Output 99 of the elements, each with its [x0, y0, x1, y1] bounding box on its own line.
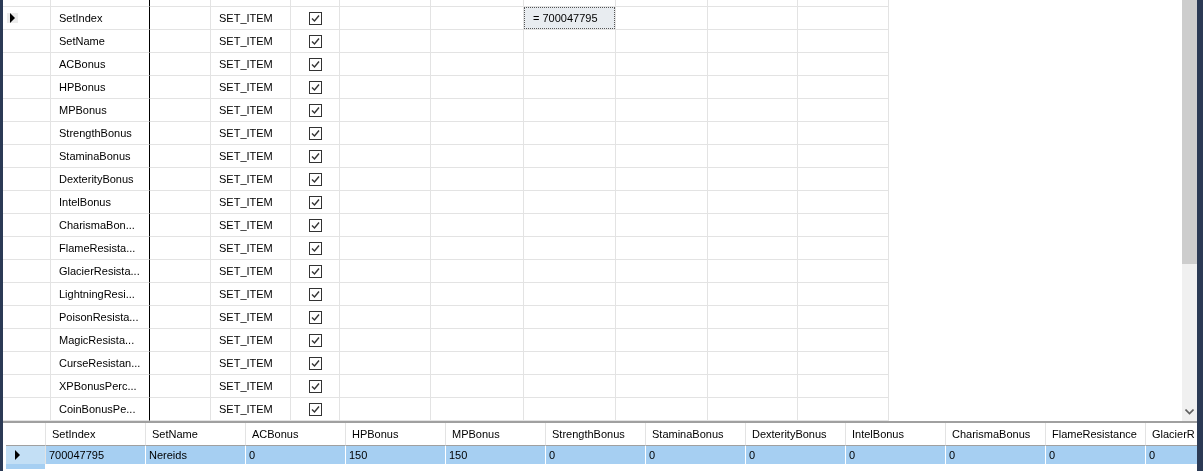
- table-cell: [150, 260, 211, 283]
- column-header[interactable]: DexterityBonus: [746, 423, 846, 446]
- table-cell: [150, 7, 211, 30]
- table-cell: 0: [646, 446, 746, 464]
- table-cell: SetIndex: [51, 7, 150, 30]
- table-cell: DexterityBonus: [51, 168, 150, 191]
- table-cell: MagicResista...: [51, 329, 150, 352]
- table-cell: SET_ITEM: [211, 352, 291, 375]
- table-cell: SET_ITEM: [211, 214, 291, 237]
- table-cell: [150, 53, 211, 76]
- table-cell: [150, 214, 211, 237]
- column-header[interactable]: StrengthBonus: [546, 423, 646, 446]
- table-cell: [150, 375, 211, 398]
- table-cell: FlameResista...: [51, 237, 150, 260]
- checkbox[interactable]: [308, 172, 322, 186]
- table-cell: SET_ITEM: [211, 76, 291, 99]
- table-cell: SET_ITEM: [211, 329, 291, 352]
- table-cell: [150, 76, 211, 99]
- table-cell: StaminaBonus: [51, 145, 150, 168]
- vertical-scrollbar[interactable]: [1182, 0, 1197, 421]
- checkbox[interactable]: [308, 103, 322, 117]
- table-cell: SET_ITEM: [211, 30, 291, 53]
- table-cell: CharismaBon...: [51, 214, 150, 237]
- table-cell: SET_ITEM: [211, 260, 291, 283]
- column-header[interactable]: MPBonus: [446, 423, 546, 446]
- table-cell: [150, 191, 211, 214]
- table-cell: 0: [246, 446, 346, 464]
- checkbox[interactable]: [308, 11, 322, 25]
- current-row-icon: [9, 13, 16, 23]
- table-cell: [150, 306, 211, 329]
- column-header[interactable]: HPBonus: [346, 423, 446, 446]
- table-cell: [150, 122, 211, 145]
- table-cell: [150, 283, 211, 306]
- checkbox[interactable]: [308, 57, 322, 71]
- table-cell: [150, 352, 211, 375]
- column-header[interactable]: CharismaBonus: [946, 423, 1046, 446]
- column-header[interactable]: SetName: [146, 423, 246, 446]
- column-header[interactable]: IntelBonus: [846, 423, 946, 446]
- table-cell: 150: [446, 446, 546, 464]
- table-cell: SET_ITEM: [211, 7, 291, 30]
- chevron-down-icon[interactable]: [1185, 409, 1194, 415]
- checkbox[interactable]: [308, 287, 322, 301]
- table-cell: [150, 30, 211, 53]
- table-cell: 0: [1146, 446, 1197, 464]
- table-cell: CurseResistan...: [51, 352, 150, 375]
- column-header[interactable]: ACBonus: [246, 423, 346, 446]
- table-cell: XPBonusPerc...: [51, 375, 150, 398]
- table-cell: [150, 237, 211, 260]
- row-header[interactable]: [6, 446, 46, 464]
- table-cell: SET_ITEM: [211, 145, 291, 168]
- table-cell: PoisonResista...: [51, 306, 150, 329]
- current-row-icon: [14, 449, 21, 460]
- filter-cell[interactable]: = 700047795: [524, 7, 615, 29]
- checkbox[interactable]: [308, 195, 322, 209]
- table-cell: [150, 168, 211, 191]
- checkbox[interactable]: [308, 80, 322, 94]
- table-cell: SET_ITEM: [211, 122, 291, 145]
- table-cell: 0: [846, 446, 946, 464]
- checkbox[interactable]: [308, 149, 322, 163]
- checkbox[interactable]: [308, 126, 322, 140]
- table-cell: [150, 329, 211, 352]
- table-cell: 0: [546, 446, 646, 464]
- table-cell: SET_ITEM: [211, 283, 291, 306]
- table-cell: ACBonus: [51, 53, 150, 76]
- scrollbar-thumb[interactable]: [1182, 0, 1197, 264]
- checkbox[interactable]: [308, 356, 322, 370]
- table-cell: SET_ITEM: [211, 99, 291, 122]
- checkbox[interactable]: [308, 264, 322, 278]
- table-cell: SetName: [51, 30, 150, 53]
- table-cell: 700047795: [46, 446, 146, 464]
- table-cell: SET_ITEM: [211, 375, 291, 398]
- table-cell: Nereids: [146, 446, 246, 464]
- table-cell: MPBonus: [51, 99, 150, 122]
- table-cell: SET_ITEM: [211, 168, 291, 191]
- table-cell: SET_ITEM: [211, 306, 291, 329]
- table-cell: 0: [946, 446, 1046, 464]
- table-cell: SET_ITEM: [211, 237, 291, 260]
- table-cell: LightningResi...: [51, 283, 150, 306]
- table-cell: GlacierResista...: [51, 260, 150, 283]
- table-cell: 150: [346, 446, 446, 464]
- checkbox[interactable]: [308, 333, 322, 347]
- table-cell: [150, 99, 211, 122]
- checkbox[interactable]: [308, 218, 322, 232]
- table-cell: SET_ITEM: [211, 53, 291, 76]
- checkbox[interactable]: [308, 241, 322, 255]
- column-header[interactable]: StaminaBonus: [646, 423, 746, 446]
- table-cell: SET_ITEM: [211, 191, 291, 214]
- checkbox[interactable]: [308, 402, 322, 416]
- table-cell: IntelBonus: [51, 191, 150, 214]
- table-cell: StrengthBonus: [51, 122, 150, 145]
- column-header[interactable]: SetIndex: [46, 423, 146, 446]
- checkbox[interactable]: [308, 310, 322, 324]
- table-cell: HPBonus: [51, 76, 150, 99]
- checkbox[interactable]: [308, 379, 322, 393]
- table-cell: 0: [746, 446, 846, 464]
- column-header[interactable]: FlameResistance: [1046, 423, 1146, 446]
- table-cell: 0: [1046, 446, 1146, 464]
- table-cell: [150, 145, 211, 168]
- checkbox[interactable]: [308, 34, 322, 48]
